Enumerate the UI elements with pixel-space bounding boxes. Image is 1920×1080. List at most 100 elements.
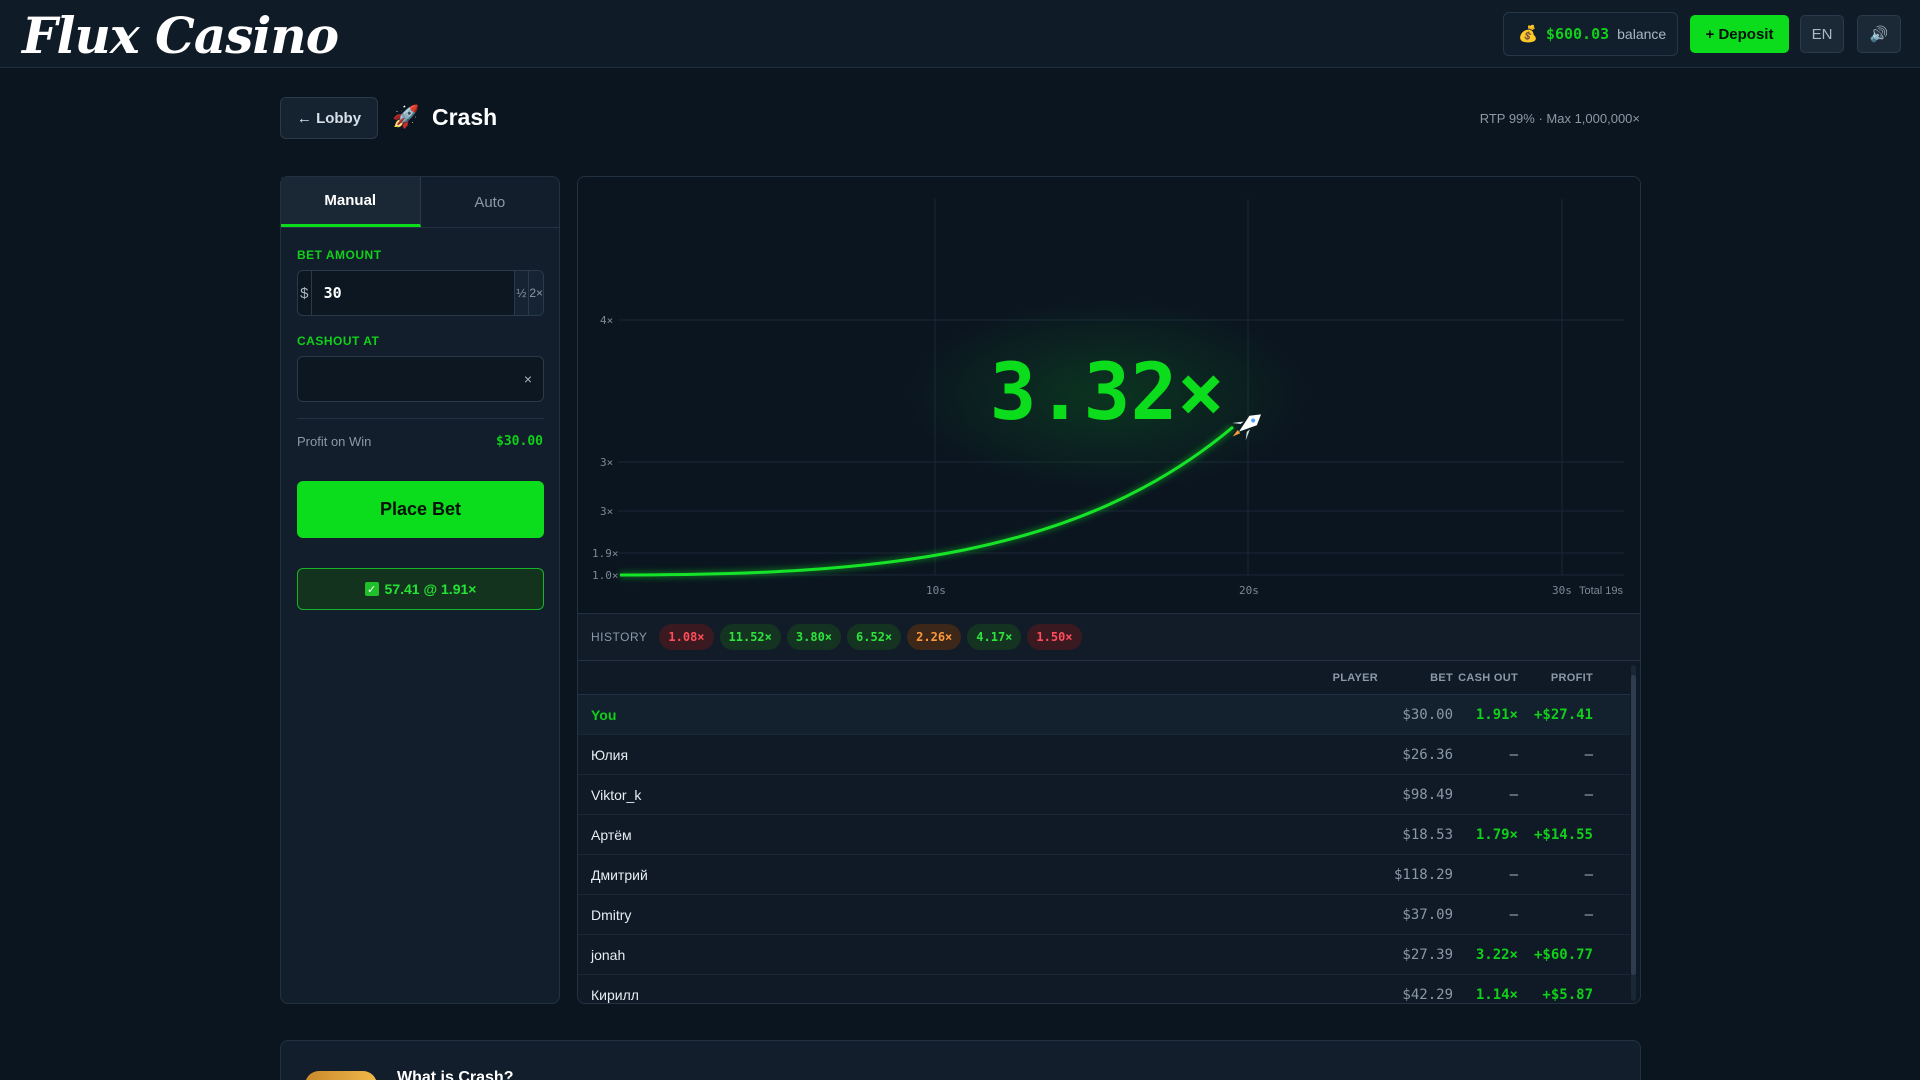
y-tick-label: 4× (600, 314, 613, 327)
table-row: Dmitry $37.09 – – (578, 895, 1630, 935)
cashout-cell: 1.79× (1475, 826, 1518, 843)
profit-cell: – (1584, 866, 1593, 883)
table-row: Дмитрий $118.29 – – (578, 855, 1630, 895)
history-chip[interactable]: 1.50× (1027, 624, 1082, 650)
cashout-cell: 1.91× (1475, 706, 1518, 723)
crash-graph: 4× 3× 3× 1.9× 1.0× 10s 20s 30s Total 19s (592, 199, 1624, 597)
player-name: Dmitry (591, 906, 632, 923)
table-row: Кирилл $42.29 1.14× +$5.87 (578, 975, 1630, 1003)
x-tick-label: 20s (1239, 584, 1259, 597)
back-to-lobby-button[interactable]: ← Lobby (280, 97, 378, 139)
balance-amount: $600.03 (1545, 25, 1610, 43)
player-name: Кирилл (591, 986, 639, 1003)
money-bag-icon: 💰 (1518, 26, 1538, 43)
language-selector[interactable]: EN (1800, 15, 1844, 53)
column-player: PLAYER (1332, 671, 1378, 684)
bet-cell: $27.39 (1402, 946, 1453, 963)
about-card: What is Crash? (280, 1040, 1641, 1080)
history-chip[interactable]: 3.80× (786, 624, 842, 650)
rocket-icon: 🚀 (392, 104, 420, 129)
page-title: Crash (432, 104, 498, 130)
y-tick-label: 3× (600, 505, 613, 518)
bet-cell: $26.36 (1402, 746, 1453, 763)
cashout-cell: 1.14× (1475, 986, 1518, 1003)
cashout-cell: 3.22× (1475, 946, 1518, 963)
table-row: Юлия $26.36 – – (578, 735, 1630, 775)
crash-chart: 4× 3× 3× 1.9× 1.0× 10s 20s 30s Total 19s (578, 177, 1640, 613)
history-label: HISTORY (591, 630, 648, 644)
about-title: What is Crash? (397, 1069, 514, 1080)
profit-cell: +$14.55 (1533, 826, 1593, 843)
column-profit: PROFIT (1550, 671, 1593, 684)
site-logo[interactable]: Flux Casino (22, 6, 339, 65)
profit-cell: +$27.41 (1533, 706, 1593, 723)
player-name: Юлия (591, 746, 629, 763)
table-row: Артём $18.53 1.79× +$14.55 (578, 815, 1630, 855)
table-row: You $30.00 1.91× +$27.41 (578, 695, 1630, 735)
bet-cell: $118.29 (1393, 866, 1453, 883)
game-area: 4× 3× 3× 1.9× 1.0× 10s 20s 30s Total 19s (577, 176, 1641, 1004)
bet-mode-tabs: Manual Auto (281, 177, 559, 228)
cashout-cell: – (1509, 786, 1518, 803)
profit-cell: – (1584, 786, 1593, 803)
top-header: Flux Casino 💰 $600.03 balance + Deposit … (0, 0, 1920, 68)
cashout-cell: – (1509, 906, 1518, 923)
y-tick-label: 1.9× (592, 547, 619, 560)
cashout-input[interactable] (298, 370, 513, 388)
cashout-at-label: CASHOUT AT (297, 334, 380, 348)
deposit-button[interactable]: + Deposit (1690, 15, 1789, 53)
tab-auto[interactable]: Auto (421, 177, 560, 227)
bets-table: PLAYER BET CASH OUT PROFIT You $30.00 1.… (578, 661, 1630, 1003)
balance-label: balance (1617, 26, 1667, 42)
tab-manual[interactable]: Manual (281, 177, 421, 227)
profit-cell: +$60.77 (1533, 946, 1593, 963)
history-chip[interactable]: 2.26× (907, 624, 962, 650)
place-bet-button[interactable]: Place Bet (297, 481, 544, 538)
cashout-group: × (297, 356, 544, 402)
table-header: PLAYER BET CASH OUT PROFIT (578, 661, 1630, 695)
bet-cell: $42.29 (1402, 986, 1453, 1003)
divider (297, 418, 544, 419)
double-bet-button[interactable]: 2× (528, 271, 543, 315)
player-name: Артём (591, 826, 632, 843)
bet-cell: $98.49 (1402, 786, 1453, 803)
checkmark-icon: ✓ (364, 582, 379, 596)
table-row: Viktor_k $98.49 – – (578, 775, 1630, 815)
profit-cell: – (1584, 906, 1593, 923)
sound-toggle[interactable]: 🔊 (1857, 15, 1901, 53)
profit-on-win-label: Profit on Win (297, 434, 372, 449)
player-name: You (591, 706, 617, 723)
history-chip[interactable]: 6.52× (847, 624, 902, 650)
total-time-label: Total 19s (1579, 585, 1624, 597)
round-history: HISTORY 1.08× 11.52× 3.80× 6.52× 2.26× 4… (578, 613, 1640, 661)
cashed-out-status: ✓ 57.41 @ 1.91× (297, 568, 544, 610)
history-chip[interactable]: 1.08× (659, 624, 714, 650)
currency-symbol: $ (298, 271, 312, 315)
history-chip[interactable]: 4.17× (967, 624, 1022, 650)
table-scroll-thumb[interactable] (1631, 675, 1636, 975)
cashout-cell: – (1509, 866, 1518, 883)
speaker-icon: 🔊 (1869, 26, 1889, 43)
y-tick-label: 1.0× (592, 569, 619, 582)
column-cashout: CASH OUT (1458, 671, 1518, 684)
profit-on-win-value: $30.00 (496, 434, 543, 449)
half-bet-button[interactable]: ½ (513, 271, 529, 315)
player-name: Дмитрий (591, 866, 648, 883)
profit-cell: – (1584, 746, 1593, 763)
bet-amount-group: $ ½ 2× (297, 270, 544, 316)
history-chip[interactable]: 11.52× (719, 624, 781, 650)
rtp-info: RTP 99% · Max 1,000,000× (1479, 111, 1640, 126)
crash-thumbnail (305, 1071, 377, 1080)
column-bet: BET (1430, 671, 1453, 684)
bet-amount-input[interactable] (311, 271, 514, 315)
x-tick-label: 10s (926, 584, 946, 597)
current-multiplier: 3.32× (990, 348, 1225, 438)
profit-cell: +$5.87 (1542, 986, 1593, 1003)
cashed-out-text: 57.41 @ 1.91× (384, 581, 477, 597)
player-name: Viktor_k (591, 786, 642, 803)
clear-icon[interactable]: × (513, 371, 543, 387)
balance-display[interactable]: 💰 $600.03 balance (1503, 12, 1678, 56)
bet-cell: $18.53 (1402, 826, 1453, 843)
cashout-cell: – (1509, 746, 1518, 763)
y-tick-label: 3× (600, 456, 613, 469)
